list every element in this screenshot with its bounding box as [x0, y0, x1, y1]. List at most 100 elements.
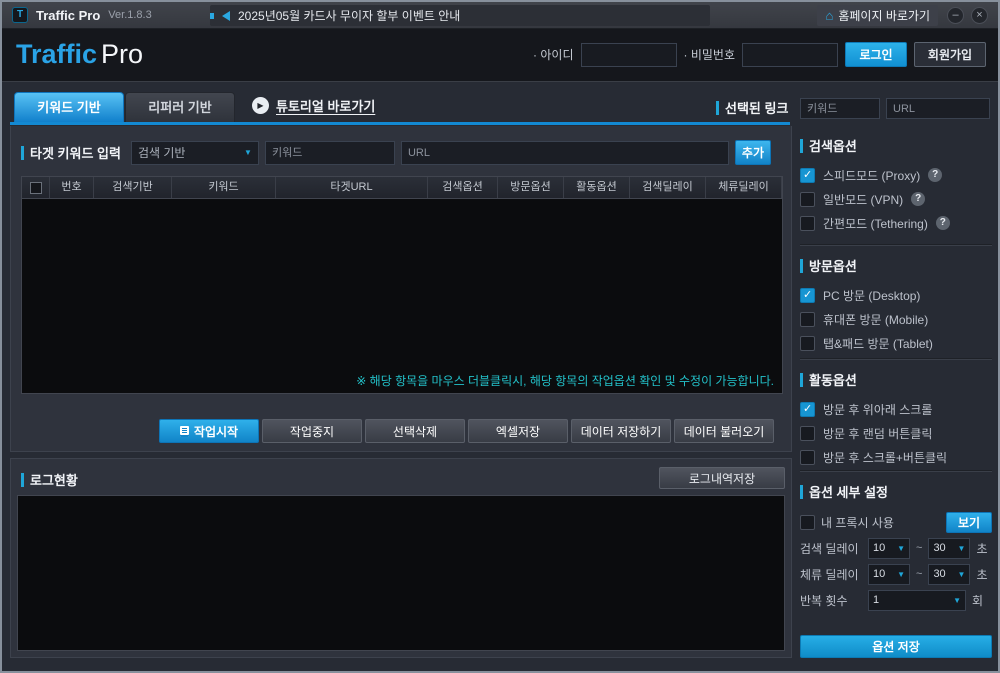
col-visit-option: 방문옵션 [498, 177, 564, 198]
search-base-dropdown[interactable]: 검색 기반 ▼ [131, 141, 259, 165]
titlebar-app-name: Traffic Pro [36, 8, 100, 23]
announcement-text: 2025년05월 카드사 무이자 할부 이벤트 안내 [238, 7, 460, 24]
add-button[interactable]: 추가 [735, 140, 771, 165]
section-accent-bar [800, 373, 803, 387]
divider [800, 244, 992, 246]
stop-job-button[interactable]: 작업중지 [262, 419, 362, 443]
stay-delay-max-select[interactable]: 30 ▼ [928, 564, 970, 585]
tablet-visit-checkbox[interactable] [800, 336, 815, 351]
url-input[interactable] [401, 141, 729, 165]
col-target-url: 타겟URL [276, 177, 428, 198]
chevron-down-icon: ▼ [958, 544, 966, 553]
login-button[interactable]: 로그인 [845, 42, 907, 67]
signup-button[interactable]: 회원가입 [914, 42, 986, 67]
select-all-checkbox[interactable] [30, 182, 42, 194]
homepage-link-label: 홈페이지 바로가기 [838, 7, 930, 24]
my-proxy-row: 내 프록시 사용 보기 [800, 509, 992, 535]
minimize-button[interactable]: – [947, 7, 964, 24]
save-options-button[interactable]: 옵션 저장 [800, 635, 992, 658]
col-stay-delay: 체류딜레이 [706, 177, 782, 198]
keyword-panel: 타겟 키워드 입력 검색 기반 ▼ 추가 번호 검색기반 키워드 타겟URL 검… [10, 126, 792, 452]
activity-options-title: 활동옵션 [809, 370, 857, 389]
option-pc-visit: PC 방문 (Desktop) [800, 283, 992, 307]
scroll-checkbox[interactable] [800, 402, 815, 417]
col-activity-option: 활동옵션 [564, 177, 630, 198]
section-accent-bar [21, 146, 24, 160]
search-options-section: 검색옵션 스피드모드 (Proxy) ? 일반모드 (VPN) ? 간편모드 (… [800, 136, 992, 235]
data-save-button[interactable]: 데이터 저장하기 [571, 419, 671, 443]
search-delay-min-select[interactable]: 10 ▼ [868, 538, 910, 559]
logo-text-primary: Traffic [16, 39, 97, 69]
selected-keyword-input[interactable] [800, 98, 880, 119]
option-tablet-visit: 탭&패드 방문 (Tablet) [800, 331, 992, 355]
col-number: 번호 [50, 177, 94, 198]
section-accent-bar [800, 485, 803, 499]
tab-keyword-based[interactable]: 키워드 기반 [14, 92, 124, 122]
login-area: · 아이디 · 비밀번호 로그인 회원가입 [533, 42, 986, 67]
option-normal-mode: 일반모드 (VPN) ? [800, 187, 992, 211]
logo-text-secondary: Pro [101, 39, 143, 69]
excel-save-button[interactable]: 엑셀저장 [468, 419, 568, 443]
speed-mode-checkbox[interactable] [800, 168, 815, 183]
keyword-input[interactable] [265, 141, 395, 165]
password-label: · 비밀번호 [684, 46, 736, 63]
chevron-down-icon: ▼ [244, 148, 252, 157]
mobile-visit-checkbox[interactable] [800, 312, 815, 327]
tutorial-link[interactable]: ▶ 튜토리얼 바로가기 [252, 96, 375, 115]
repeat-count-select[interactable]: 1 ▼ [868, 590, 966, 611]
password-input[interactable] [742, 43, 838, 67]
tab-referrer-based[interactable]: 리퍼러 기반 [125, 92, 235, 122]
options-sidebar: 검색옵션 스피드모드 (Proxy) ? 일반모드 (VPN) ? 간편모드 (… [800, 126, 992, 658]
section-accent-bar [800, 139, 803, 153]
easy-mode-checkbox[interactable] [800, 216, 815, 231]
pc-visit-checkbox[interactable] [800, 288, 815, 303]
log-output[interactable] [17, 495, 785, 651]
section-accent-bar [800, 259, 803, 273]
section-accent-bar [21, 473, 24, 487]
search-base-value: 검색 기반 [138, 144, 244, 161]
option-random-click: 방문 후 랜덤 버튼클릭 [800, 421, 992, 445]
help-icon[interactable]: ? [936, 216, 950, 230]
target-keyword-title: 타겟 키워드 입력 [30, 143, 121, 162]
help-icon[interactable]: ? [911, 192, 925, 206]
id-label: · 아이디 [533, 46, 573, 63]
scroll-click-label: 방문 후 스크롤+버튼클릭 [823, 449, 947, 466]
my-proxy-checkbox[interactable] [800, 515, 815, 530]
option-mobile-visit: 휴대폰 방문 (Mobile) [800, 307, 992, 331]
help-icon[interactable]: ? [928, 168, 942, 182]
selected-link-header: 선택된 링크 [716, 98, 788, 117]
times-unit: 회 [972, 592, 983, 609]
table-body[interactable]: ※ 해당 항목을 마우스 더블클릭시, 해당 항목의 작업옵션 확인 및 수정이… [22, 199, 782, 393]
app-logo-icon: T [12, 7, 28, 23]
chevron-down-icon: ▼ [897, 570, 905, 579]
table-header-row: 번호 검색기반 키워드 타겟URL 검색옵션 방문옵션 활동옵션 검색딜레이 체… [22, 177, 782, 199]
home-icon: ⌂ [825, 8, 833, 23]
random-click-checkbox[interactable] [800, 426, 815, 441]
log-panel: 로그현황 로그내역저장 [10, 458, 792, 658]
log-title: 로그현황 [30, 470, 78, 489]
app-window: T Traffic Pro Ver.1.8.3 2025년05월 카드사 무이자… [0, 0, 1000, 673]
announcement-bar: 2025년05월 카드사 무이자 할부 이벤트 안내 [210, 5, 710, 26]
homepage-link[interactable]: ⌂ 홈페이지 바로가기 [817, 5, 938, 26]
start-job-button[interactable]: 작업시작 [159, 419, 259, 443]
detail-settings-section: 옵션 세부 설정 내 프록시 사용 보기 검색 딜레이 10 ▼ ~ 30 ▼ … [800, 482, 992, 613]
search-delay-label: 검색 딜레이 [800, 540, 862, 557]
log-save-button[interactable]: 로그내역저장 [659, 467, 785, 489]
id-input[interactable] [581, 43, 677, 67]
scroll-click-checkbox[interactable] [800, 450, 815, 465]
visit-options-title: 방문옵션 [809, 256, 857, 275]
search-delay-max-select[interactable]: 30 ▼ [928, 538, 970, 559]
close-button[interactable]: × [971, 7, 988, 24]
selected-url-input[interactable] [886, 98, 990, 119]
speaker-icon [222, 11, 230, 21]
stay-delay-row: 체류 딜레이 10 ▼ ~ 30 ▼ 초 [800, 561, 992, 587]
section-accent-bar [716, 101, 719, 115]
delete-selected-button[interactable]: 선택삭제 [365, 419, 465, 443]
play-icon: ▶ [252, 97, 269, 114]
app-header: TrafficPro · 아이디 · 비밀번호 로그인 회원가입 [2, 29, 998, 82]
stay-delay-min-select[interactable]: 10 ▼ [868, 564, 910, 585]
data-load-button[interactable]: 데이터 불러오기 [674, 419, 774, 443]
divider [800, 358, 992, 360]
view-proxy-button[interactable]: 보기 [946, 512, 992, 533]
normal-mode-checkbox[interactable] [800, 192, 815, 207]
